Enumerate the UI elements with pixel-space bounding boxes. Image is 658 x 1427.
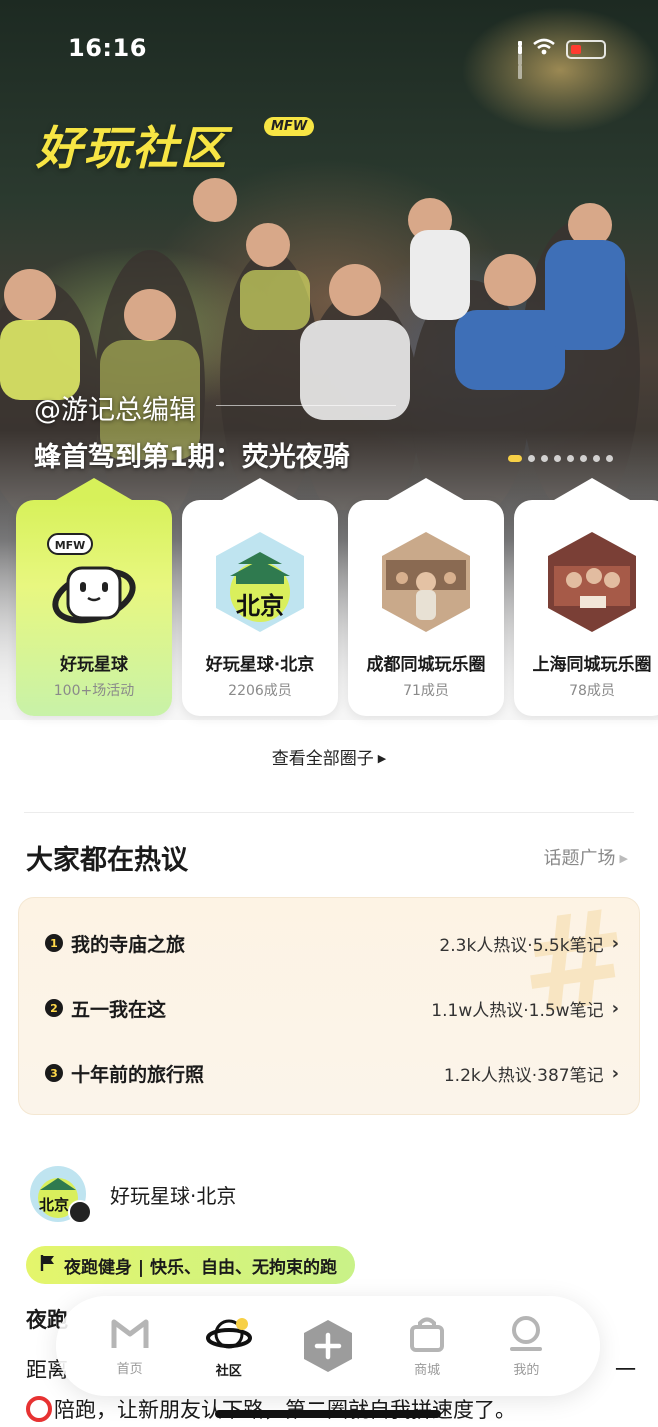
circle-card[interactable]: 成都同城玩乐圈 71成员 <box>348 478 504 716</box>
flag-icon <box>40 1254 56 1277</box>
wifi-icon <box>532 38 556 60</box>
home-m-icon <box>111 1319 149 1348</box>
chevron-right-icon: › <box>611 997 619 1019</box>
avatar-text: 北京 <box>39 1196 69 1214</box>
brand-badge: MFW <box>264 117 315 136</box>
topic-name: 我的寺庙之旅 <box>71 933 186 956</box>
post-body-line: 陪跑，让新朋友认下路，第二圈就自我拼速度了。 <box>26 1394 516 1424</box>
circle-sub: 2206成员 <box>228 683 292 699</box>
topic-stats: 1.2k人热议·387笔记 <box>443 1065 604 1086</box>
circle-sub: 71成员 <box>403 683 449 699</box>
plus-icon <box>303 1320 352 1372</box>
topic-square-label: 话题广场 <box>543 848 616 869</box>
tab-profile[interactable]: 我的 <box>488 1315 564 1378</box>
circle-card[interactable]: MFW 好玩星球 100+场活动 <box>16 478 172 716</box>
section-divider <box>24 812 634 813</box>
rank-badge: 1 <box>45 934 63 952</box>
hot-section-title: 大家都在热议 <box>26 845 188 876</box>
card-cap <box>554 478 630 500</box>
play-arrow-icon: ▶ <box>377 752 387 765</box>
planet-icon <box>205 1317 252 1348</box>
circle-avatar[interactable]: 北京 <box>28 1164 94 1224</box>
topic-row[interactable]: 3 十年前的旅行照 1.2k人热议·387笔记 › <box>45 1058 619 1088</box>
topic-row[interactable]: 2 五一我在这 1.1w人热议·1.5w笔记 › <box>45 993 619 1023</box>
carousel-dot[interactable] <box>528 455 535 462</box>
card-cap <box>222 478 298 500</box>
cellular-signal-icon <box>518 41 522 79</box>
topic-row[interactable]: 1 我的寺庙之旅 2.3k人热议·5.5k笔记 › <box>45 928 619 958</box>
view-all-circles-link[interactable]: 查看全部圈子 ▶ <box>0 744 658 769</box>
chengdu-circle-photo <box>382 532 470 632</box>
circle-card[interactable]: 上海同城玩乐圈 78成员 <box>514 478 658 716</box>
tab-mall[interactable]: 商城 <box>389 1315 465 1378</box>
tab-community[interactable]: 社区 <box>191 1314 267 1379</box>
carousel-dot[interactable] <box>580 455 587 462</box>
battery-icon <box>566 39 606 59</box>
bottom-tab-bar: 首页 社区 商城 我的 <box>56 1296 600 1396</box>
tab-label: 社区 <box>215 1363 242 1379</box>
shanghai-circle-photo <box>548 532 636 632</box>
mfw-mascot-icon: MFW <box>47 533 136 624</box>
carousel-dot-active[interactable] <box>508 455 522 462</box>
circle-name: 好玩星球·北京 <box>205 655 315 675</box>
tab-label: 首页 <box>116 1361 143 1377</box>
carousel-dot[interactable] <box>541 455 548 462</box>
post-circle-name[interactable]: 好玩星球·北京 <box>110 1180 236 1209</box>
card-cap <box>388 478 464 500</box>
circle-card[interactable]: 北京 好玩星球·北京 2206成员 <box>182 478 338 716</box>
hero-author[interactable]: @游记总编辑 <box>34 388 196 427</box>
home-indicator <box>215 1410 441 1418</box>
post-topic-tag[interactable]: 夜跑健身 | 快乐、自由、无拘束的跑 <box>26 1246 356 1284</box>
carousel-dot[interactable] <box>606 455 613 462</box>
circle-name: 好玩星球 <box>60 655 128 675</box>
mascot-badge-text: MFW <box>55 539 86 552</box>
chevron-right-icon: › <box>611 1062 619 1084</box>
carousel-dot[interactable] <box>567 455 574 462</box>
status-icons <box>518 38 606 79</box>
beijing-img-text: 北京 <box>236 592 284 620</box>
circle-name: 上海同城玩乐圈 <box>532 655 652 675</box>
status-time: 16:16 <box>68 34 147 62</box>
topic-stats: 1.1w人热议·1.5w笔记 <box>431 1000 604 1021</box>
tab-label: 我的 <box>513 1362 540 1378</box>
brand-logo-text: 好玩社区 <box>36 121 228 175</box>
beijing-circle-icon: 北京 <box>216 532 304 632</box>
view-all-label: 查看全部圈子 <box>271 749 374 769</box>
card-cap <box>56 478 132 500</box>
rank-badge: 2 <box>45 999 63 1017</box>
rank-badge: 3 <box>45 1064 63 1082</box>
chevron-right-icon: › <box>611 932 619 954</box>
circle-name: 成都同城玩乐圈 <box>366 655 486 675</box>
post-tag-text: 夜跑健身 | 快乐、自由、无拘束的跑 <box>64 1257 338 1278</box>
profile-icon <box>510 1315 543 1351</box>
topic-name: 五一我在这 <box>71 998 167 1021</box>
shopping-bag-icon <box>410 1317 445 1352</box>
carousel-dots[interactable] <box>508 455 613 462</box>
tab-publish[interactable] <box>290 1318 366 1374</box>
carousel-dot[interactable] <box>554 455 561 462</box>
tab-home[interactable]: 首页 <box>92 1316 168 1377</box>
hot-topic-panel: # 1 我的寺庙之旅 2.3k人热议·5.5k笔记 › 2 五一我在这 1.1w… <box>18 897 640 1115</box>
circle-sub: 78成员 <box>569 683 615 699</box>
circle-card-list: MFW 好玩星球 100+场活动 北京 好玩星球·北京 2206成员 成都同城玩… <box>16 478 658 716</box>
post-body-text: 陪跑，让新朋友认下路，第二圈就自我拼速度了。 <box>54 1394 516 1424</box>
hero-divider <box>216 405 396 406</box>
carousel-dot[interactable] <box>593 455 600 462</box>
red-circle-icon <box>26 1396 52 1422</box>
tab-label: 商城 <box>414 1362 441 1378</box>
topic-stats: 2.3k人热议·5.5k笔记 <box>439 935 604 956</box>
topic-name: 十年前的旅行照 <box>71 1063 205 1086</box>
post-body-end: 一 <box>615 1358 636 1382</box>
topic-square-link[interactable]: 话题广场 ▶ <box>544 844 628 870</box>
circle-sub: 100+场活动 <box>53 683 135 699</box>
hero-title[interactable]: 蜂首驾到第1期：荧光夜骑 <box>34 435 350 474</box>
play-arrow-icon: ▶ <box>619 852 628 865</box>
